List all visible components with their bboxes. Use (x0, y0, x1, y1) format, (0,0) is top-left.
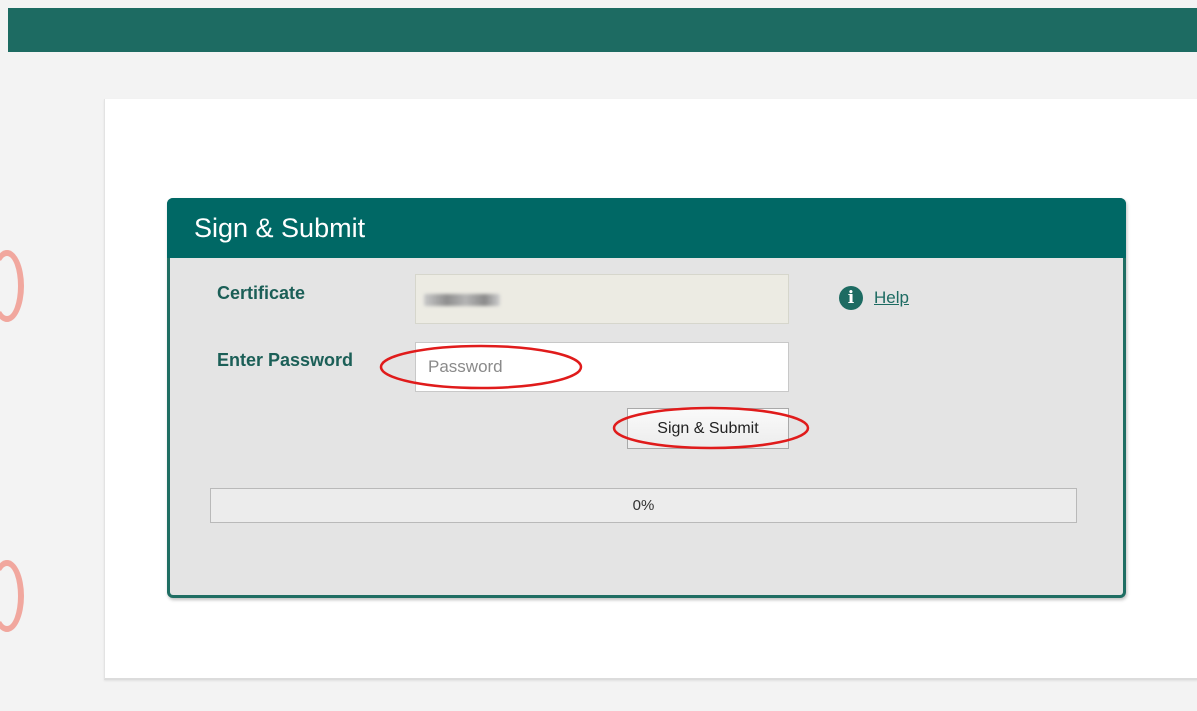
page: Sign & Submit Certificate i Help Enter P… (0, 0, 1197, 711)
info-icon: i (839, 286, 863, 310)
certificate-label: Certificate (217, 283, 306, 303)
progress-bar: 0% (210, 488, 1077, 523)
sign-submit-panel: Sign & Submit (167, 198, 1126, 598)
certificate-field (415, 274, 789, 324)
sign-submit-button[interactable]: Sign & Submit (627, 408, 789, 449)
password-label: Enter Password (217, 350, 354, 370)
edge-decoration (0, 250, 24, 322)
password-input[interactable] (415, 342, 789, 392)
top-bar (8, 8, 1197, 52)
panel-title: Sign & Submit (167, 198, 1126, 258)
certificate-value-redacted (424, 294, 500, 306)
help-link[interactable]: Help (874, 288, 909, 308)
edge-decoration (0, 560, 24, 632)
help-area[interactable]: i Help (839, 286, 909, 310)
progress-text: 0% (632, 497, 655, 514)
